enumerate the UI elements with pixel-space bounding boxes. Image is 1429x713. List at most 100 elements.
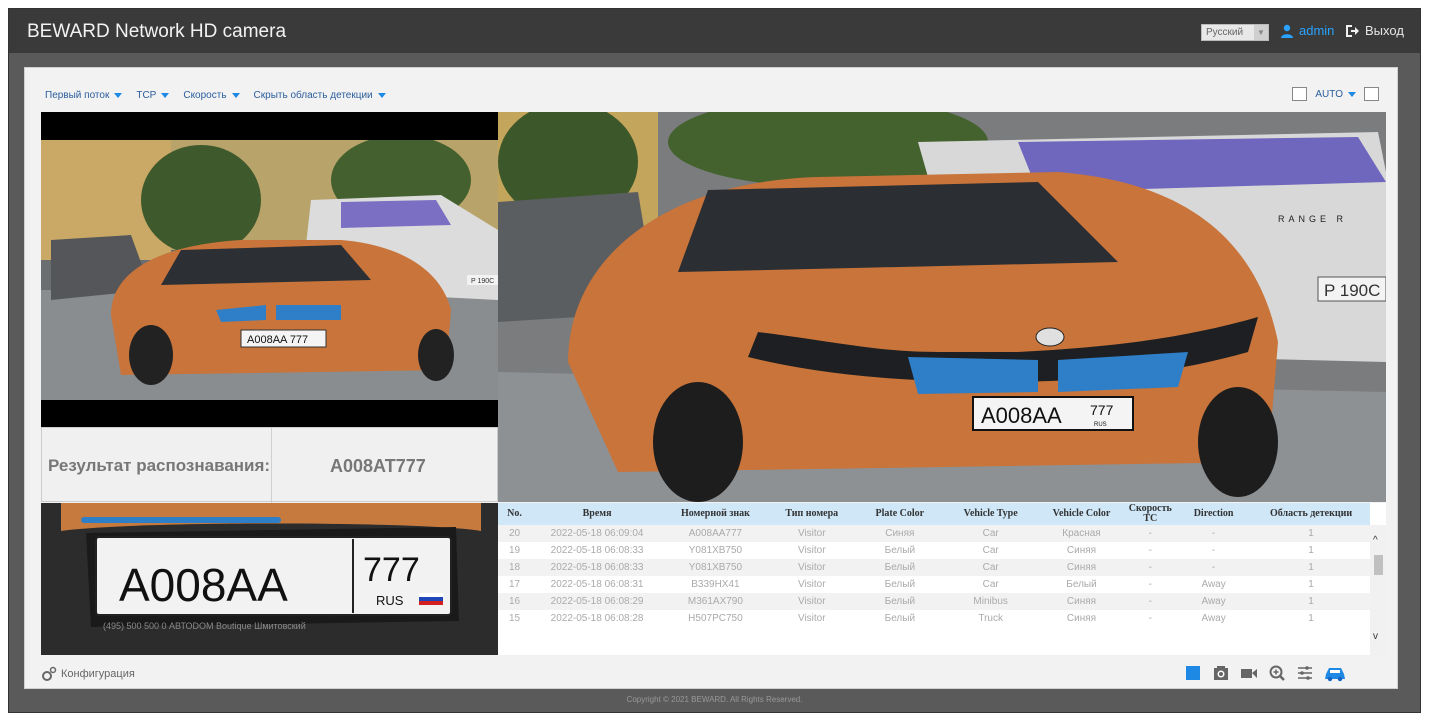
original-size-icon[interactable] (1292, 87, 1308, 101)
fullscreen-icon[interactable] (1364, 87, 1379, 101)
cell-direction: Away (1201, 579, 1226, 590)
col-plate-type: Тип номера (785, 508, 839, 519)
scroll-down-icon[interactable]: v (1373, 631, 1378, 642)
cell-vehicle-color: Красная (1062, 528, 1101, 539)
top-bar: BEWARD Network HD camera Русский ▼ admin… (9, 9, 1420, 53)
cell-plate-type: Visitor (797, 579, 826, 590)
detection-area-select[interactable]: Скрыть область детекции (254, 90, 386, 101)
main-video-image: P 190C RANGE R A008AA 777 RUS (498, 112, 1386, 502)
stream-select[interactable]: Первый поток (45, 90, 123, 101)
main-plate-region: 777 (1090, 402, 1114, 418)
cell-no: 17 (508, 579, 521, 590)
cell-time: 2022-05-18 06:08:28 (550, 613, 644, 624)
main-plate-country: RUS (1094, 422, 1107, 428)
record-video-icon[interactable] (1239, 664, 1259, 682)
aspect-select[interactable]: AUTO (1315, 89, 1356, 100)
cell-no: 18 (508, 562, 521, 573)
plate-crop-image: A008AA 777 RUS (495) 500 500 0 АВТОDOM B… (41, 503, 498, 655)
result-label: Результат распознавания: (48, 456, 271, 475)
vehicle-recognition-icon[interactable] (1323, 664, 1347, 682)
logout-label: Выход (1365, 23, 1404, 38)
table-row[interactable]: 16 2022-05-18 06:08:29 M361AX790 Visitor… (498, 593, 1370, 610)
col-no: No. (507, 508, 522, 519)
bg-plate-text: P 190C (1324, 281, 1380, 300)
cell-speed: - (1148, 528, 1152, 539)
cell-time: 2022-05-18 06:08:33 (550, 545, 644, 556)
col-vehicle-color: Vehicle Color (1052, 508, 1111, 519)
cell-plate: Y081XB750 (688, 562, 743, 573)
bottom-toolbar: Конфигурация (25, 658, 1397, 688)
cell-plate-color: Белый (884, 579, 916, 590)
cell-plate-color: Белый (884, 596, 916, 607)
image-settings-icon[interactable] (1295, 664, 1315, 682)
dropdown-arrow-icon (114, 93, 123, 98)
table-header-row: No. Время Номерной знак Тип номера Plate… (498, 503, 1370, 525)
zoom-in-icon[interactable] (1267, 664, 1287, 682)
cell-no: 16 (508, 596, 521, 607)
col-plate-color: Plate Color (875, 508, 925, 519)
cell-plate-color: Белый (884, 562, 916, 573)
logout-button[interactable]: Выход (1345, 23, 1404, 38)
view-controls: AUTO (1292, 87, 1379, 101)
plate-crop-svg: A008AA 777 RUS (495) 500 500 0 АВТОDOM B… (41, 503, 498, 655)
aspect-label: AUTO (1315, 88, 1343, 100)
cell-time: 2022-05-18 06:08:33 (550, 562, 644, 573)
cell-direction: - (1211, 562, 1216, 573)
snapshot-plate-text: A008AA 777 (247, 334, 308, 346)
scroll-up-icon[interactable]: ^ (1373, 535, 1378, 546)
stop-icon[interactable] (1183, 664, 1203, 682)
cell-plate: B339HX41 (691, 579, 740, 590)
main-video-view[interactable]: P 190C RANGE R A008AA 777 RUS (498, 112, 1386, 502)
table-scrollbar[interactable]: ^ v (1370, 525, 1386, 655)
col-direction: Direction (1193, 508, 1234, 519)
language-value: Русский (1206, 27, 1244, 38)
cell-direction: - (1211, 545, 1216, 556)
table-row[interactable]: 20 2022-05-18 06:09:04 A008AA777 Visitor… (498, 525, 1370, 542)
cell-time: 2022-05-18 06:08:29 (550, 596, 644, 607)
cell-plate: H507PC750 (688, 613, 743, 624)
table-row[interactable]: 17 2022-05-18 06:08:31 B339HX41 Visitor … (498, 576, 1370, 593)
cell-detection-area: 1 (1308, 613, 1314, 624)
cell-direction: Away (1201, 596, 1226, 607)
cell-plate-type: Visitor (797, 613, 826, 624)
protocol-select[interactable]: TCP (136, 90, 170, 101)
cell-detection-area: 1 (1308, 545, 1314, 556)
recognition-snapshot: P 190C A008AA 777 (41, 112, 498, 427)
cell-speed: - (1148, 596, 1152, 607)
table-row[interactable]: 15 2022-05-18 06:08:28 H507PC750 Visitor… (498, 610, 1370, 627)
plate-number: A008AA (119, 559, 288, 611)
main-plate-number: A008AA (981, 403, 1062, 428)
cell-vehicle-type: Truck (978, 613, 1003, 624)
col-plate: Номерной знак (680, 508, 750, 519)
table-row[interactable]: 18 2022-05-18 06:08:33 Y081XB750 Visitor… (498, 559, 1370, 576)
language-select[interactable]: Русский ▼ (1201, 24, 1269, 41)
cell-vehicle-color: Белый (1066, 579, 1097, 590)
cell-plate: Y081XB750 (688, 545, 743, 556)
cell-time: 2022-05-18 06:09:04 (550, 528, 644, 539)
events-table: No. Время Номерной знак Тип номера Plate… (498, 503, 1370, 627)
cell-plate-type: Visitor (797, 545, 826, 556)
scroll-thumb[interactable] (1374, 555, 1383, 575)
col-time: Время (582, 508, 612, 519)
cell-vehicle-type: Car (982, 562, 999, 573)
col-vehicle-type: Vehicle Type (963, 508, 1018, 519)
bg-brand-text: RANGE R (1278, 214, 1347, 224)
col-detection-area: Область детекции (1269, 508, 1353, 519)
cell-plate-color: Белый (884, 613, 916, 624)
copyright: Copyright © 2021 BEWARD. All Rights Rese… (626, 695, 803, 704)
user-link[interactable]: admin (1280, 23, 1334, 38)
recognition-table: No. Время Номерной знак Тип номера Plate… (498, 503, 1386, 655)
cell-vehicle-color: Синяя (1066, 562, 1097, 573)
dropdown-arrow-icon (231, 93, 240, 98)
speed-select[interactable]: Скорость (183, 90, 240, 101)
config-link[interactable]: Конфигурация (41, 666, 135, 682)
snapshot-camera-icon[interactable] (1211, 664, 1231, 682)
table-row[interactable]: 19 2022-05-18 06:08:33 Y081XB750 Visitor… (498, 542, 1370, 559)
cell-plate: A008AA777 (688, 528, 743, 539)
cell-vehicle-type: Minibus (973, 596, 1008, 607)
plate-frame-text: (495) 500 500 0 АВТОDOM Boutique Шмитовс… (103, 621, 306, 631)
config-label: Конфигурация (61, 668, 135, 680)
bg-plate-small: P 190C (471, 278, 494, 285)
cell-speed: - (1148, 545, 1152, 556)
dropdown-arrow-icon (377, 93, 386, 98)
